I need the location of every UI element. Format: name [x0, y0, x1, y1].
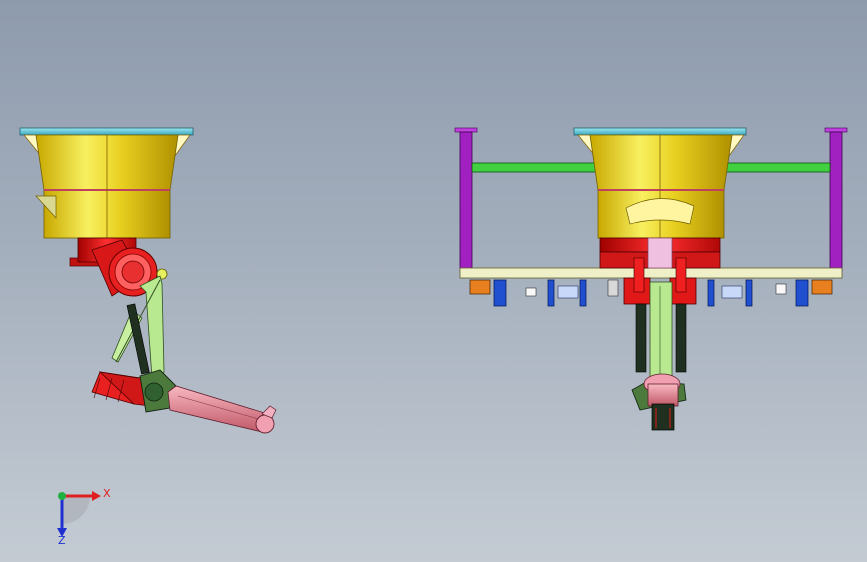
side-wrist-motor	[91, 369, 177, 413]
side-forearm-link	[167, 385, 277, 434]
z-axis-label: Z	[58, 534, 66, 547]
side-cylinder-housing	[35, 134, 179, 239]
front-cylinder-housing	[589, 134, 733, 239]
axis-triad: X Z	[57, 487, 111, 547]
front-base-plate	[459, 267, 843, 279]
robot-front-view[interactable]	[454, 127, 848, 431]
front-wrist	[631, 373, 687, 431]
y-axis-dot	[58, 492, 66, 500]
robot-side-view[interactable]	[19, 127, 277, 434]
cad-viewport[interactable]: X Z	[0, 0, 867, 562]
x-axis-label: X	[103, 487, 111, 500]
